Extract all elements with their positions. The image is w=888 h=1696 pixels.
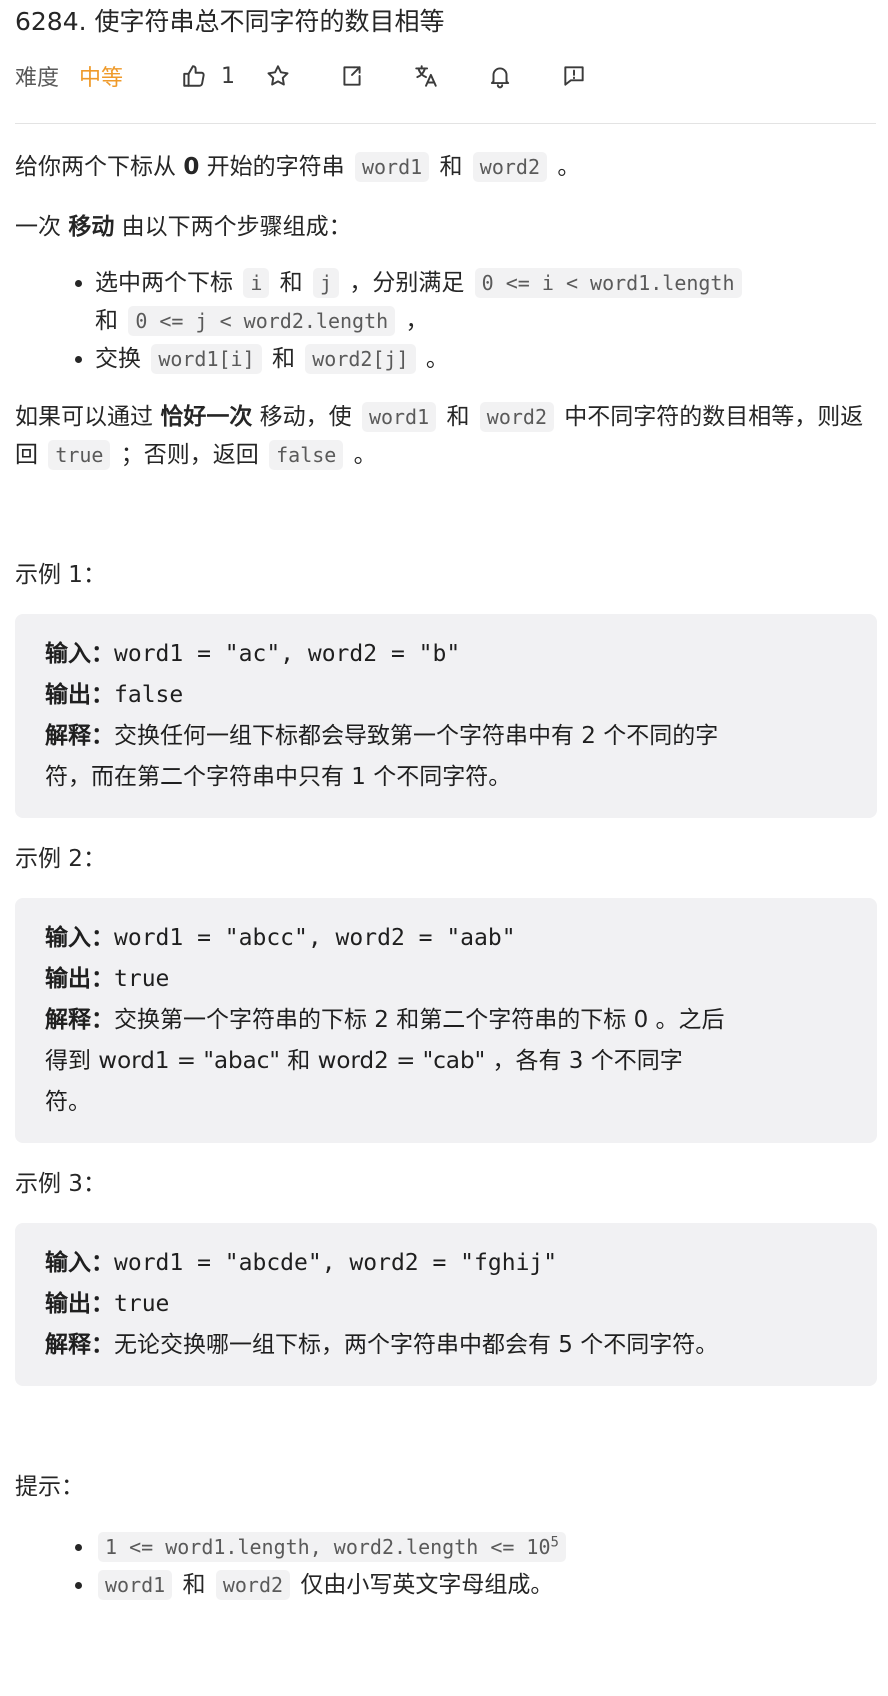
- example-input-line: 输入：word1 = "abcc", word2 = "aab": [45, 925, 516, 951]
- inline-code: j: [312, 268, 340, 298]
- inline-code: word2[j]: [305, 344, 416, 374]
- move-steps-list: 选中两个下标 i 和 j ，分别满足 0 <= i < word1.length…: [15, 264, 877, 378]
- problem-description: 给你两个下标从 0 开始的字符串 word1 和 word2 。 一次 移动 由…: [15, 148, 877, 1604]
- description-paragraph-1: 给你两个下标从 0 开始的字符串 word1 和 word2 。: [15, 152, 581, 182]
- example-1-title: 示例 1：: [15, 562, 106, 588]
- constraints-list: 1 <= word1.length, word2.length <= 105 w…: [15, 1528, 877, 1604]
- example-2-box: 输入：word1 = "abcc", word2 = "aab" 输出：true…: [15, 898, 877, 1143]
- example-output-line: 输出：true: [45, 1291, 170, 1317]
- difficulty-badge: 中等: [79, 66, 124, 91]
- example-explain-line: 符，而在第二个字符串中只有 1 个不同字符。: [45, 764, 512, 790]
- constraints-title: 提示：: [15, 1474, 84, 1500]
- difficulty-label: 难度: [15, 66, 60, 91]
- example-input-line: 输入：word1 = "abcde", word2 = "fghij": [45, 1250, 558, 1276]
- list-item: 1 <= word1.length, word2.length <= 105: [95, 1528, 877, 1566]
- bell-icon: [490, 67, 510, 89]
- description-paragraph-2: 一次 移动 由以下两个步骤组成：: [15, 214, 352, 240]
- example-3-box: 输入：word1 = "abcde", word2 = "fghij" 输出：t…: [15, 1223, 877, 1386]
- example-explain-line: 解释：交换第一个字符串的下标 2 和第二个字符串的下标 0 。之后: [45, 1007, 725, 1033]
- favorite-button[interactable]: [265, 56, 291, 96]
- example-output-line: 输出：true: [45, 966, 170, 992]
- list-item: 交换 word1[i] 和 word2[j] 。: [95, 340, 877, 378]
- inline-code: true: [48, 440, 111, 470]
- like-count: 1: [221, 63, 235, 89]
- problem-meta-bar: 难度 中等 1: [15, 56, 873, 96]
- share-icon: [343, 66, 361, 86]
- page-title: 6284. 使字符串总不同字符的数目相等: [15, 7, 445, 36]
- like-button[interactable]: 1: [181, 56, 235, 96]
- inline-code: 0 <= i < word1.length: [474, 268, 742, 298]
- thumbs-up-icon: [183, 65, 205, 87]
- description-paragraph-3: 如果可以通过 恰好一次 移动，使 word1 和 word2 中不同字符的数目相…: [15, 402, 864, 470]
- star-icon: [267, 65, 289, 86]
- example-explain-line: 解释：交换任何一组下标都会导致第一个字符串中有 2 个不同的字: [45, 723, 719, 749]
- inline-code: word1: [361, 402, 437, 432]
- subscribe-button[interactable]: [487, 56, 513, 96]
- example-explain-line: 得到 word1 = "abac" 和 word2 = "cab" ，各有 3 …: [45, 1048, 683, 1074]
- inline-code: 1 <= word1.length, word2.length <= 105: [98, 1532, 566, 1562]
- inline-code: false: [269, 440, 344, 470]
- inline-code: word1: [354, 152, 430, 182]
- inline-code: i: [243, 268, 270, 298]
- inline-code: word1[i]: [151, 344, 262, 374]
- share-button[interactable]: [339, 56, 365, 96]
- list-item: 选中两个下标 i 和 j ，分别满足 0 <= i < word1.length…: [95, 264, 877, 340]
- example-explain-line: 符。: [45, 1089, 91, 1115]
- list-item: word1 和 word2 仅由小写英文字母组成。: [95, 1566, 877, 1604]
- inline-code: word2: [215, 1570, 291, 1600]
- example-output-line: 输出：false: [45, 682, 184, 708]
- header-divider: [15, 123, 876, 124]
- problem-page: 6284. 使字符串总不同字符的数目相等 难度 中等 1 给你两个下标从 0 开…: [0, 0, 888, 1696]
- inline-code: word1: [98, 1570, 173, 1600]
- feedback-icon: [564, 66, 584, 86]
- inline-code: 0 <= j < word2.length: [128, 306, 396, 336]
- inline-code: word2: [479, 402, 554, 432]
- example-3-title: 示例 3：: [15, 1171, 106, 1197]
- translate-icon: [415, 65, 437, 87]
- translate-button[interactable]: [413, 56, 439, 96]
- example-1-box: 输入：word1 = "ac", word2 = "b" 输出：false 解释…: [15, 614, 877, 818]
- example-input-line: 输入：word1 = "ac", word2 = "b": [45, 641, 461, 667]
- example-2-title: 示例 2：: [15, 846, 106, 872]
- feedback-button[interactable]: [561, 56, 587, 96]
- inline-code: word2: [472, 152, 548, 182]
- example-explain-line: 解释：无论交换哪一组下标，两个字符串中都会有 5 个不同字符。: [45, 1332, 719, 1358]
